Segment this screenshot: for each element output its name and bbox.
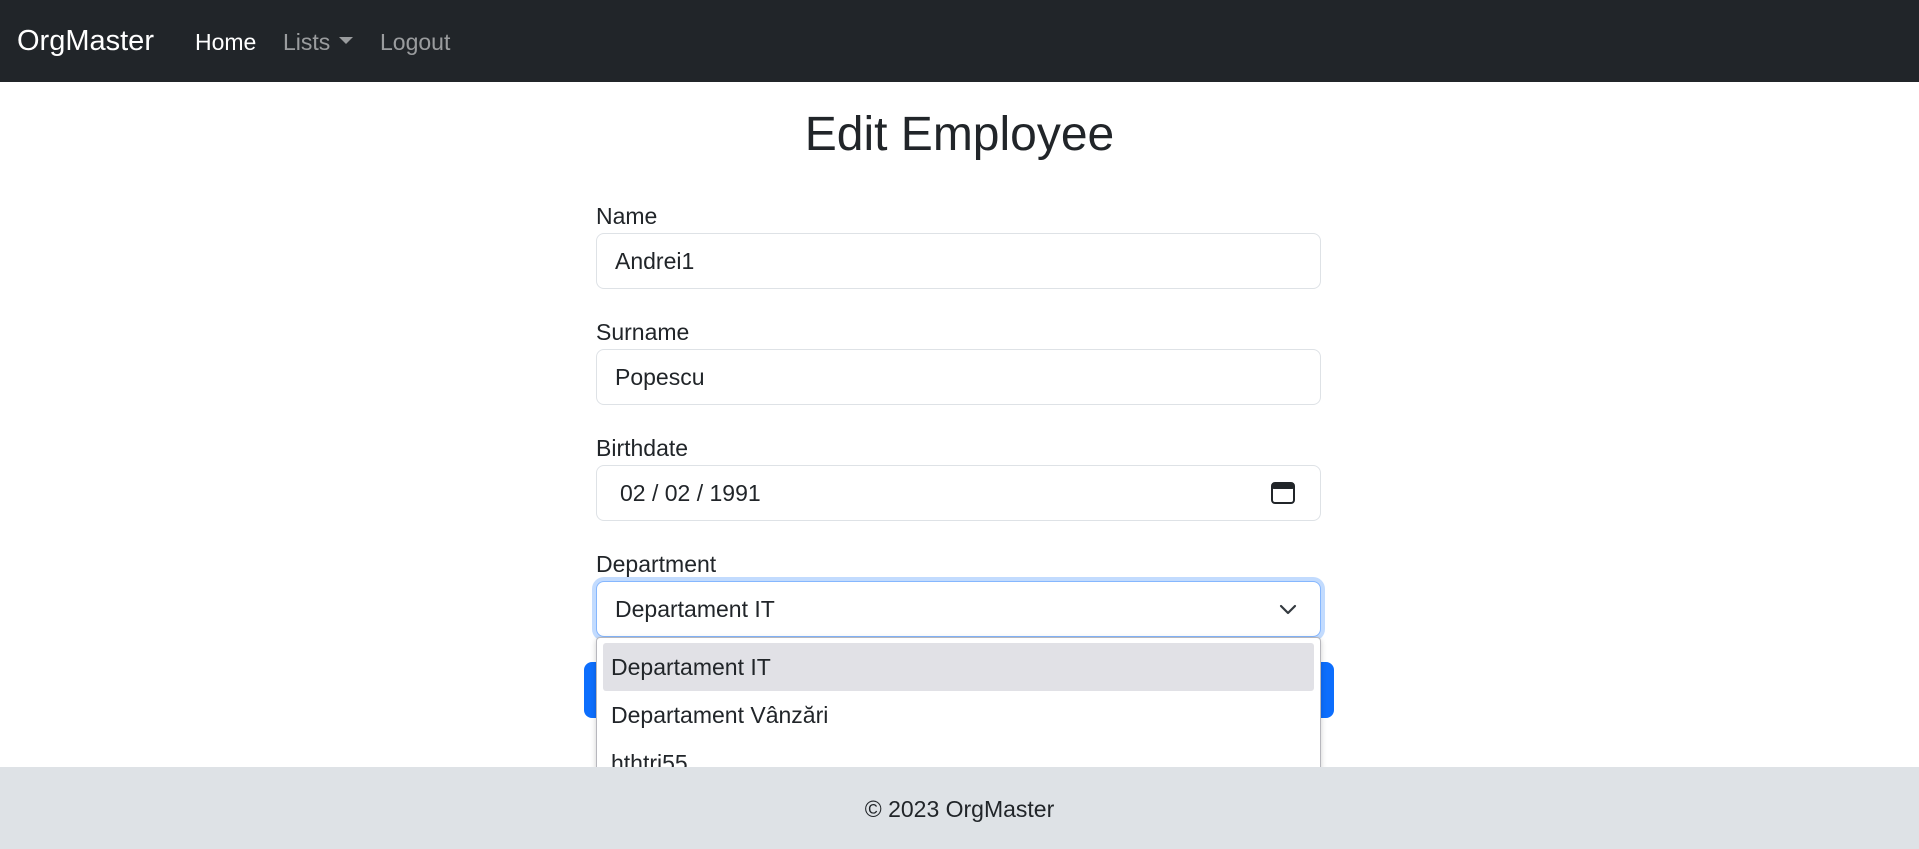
birthdate-value: 02 / 02 / 1991 bbox=[620, 479, 761, 506]
caret-down-icon bbox=[339, 37, 354, 45]
brand-logo[interactable]: OrgMaster bbox=[17, 22, 154, 60]
birthdate-label: Birthdate bbox=[596, 435, 689, 461]
nav-logout-link[interactable]: Logout bbox=[380, 26, 450, 58]
department-label: Department bbox=[596, 551, 717, 577]
department-value: Departament IT bbox=[615, 595, 775, 622]
surname-input[interactable]: Popescu bbox=[596, 349, 1321, 405]
footer-copyright: © 2023 OrgMaster bbox=[864, 796, 1055, 822]
page-title: Edit Employee bbox=[804, 108, 1115, 161]
nav-lists-dropdown[interactable]: Lists bbox=[283, 26, 354, 58]
surname-label: Surname bbox=[596, 319, 690, 345]
surname-value: Popescu bbox=[615, 363, 705, 390]
nav-home-link[interactable]: Home bbox=[195, 26, 256, 58]
nav-lists-label: Lists bbox=[283, 29, 331, 55]
navbar: OrgMaster Home Lists Logout bbox=[0, 0, 1919, 82]
name-input[interactable]: Andrei1 bbox=[596, 233, 1321, 289]
chevron-down-icon bbox=[1279, 604, 1297, 615]
department-select[interactable]: Departament IT bbox=[596, 581, 1321, 637]
name-value: Andrei1 bbox=[615, 247, 695, 274]
department-option[interactable]: Departament Vânzări bbox=[603, 691, 1314, 739]
calendar-icon[interactable] bbox=[1270, 479, 1296, 505]
name-label: Name bbox=[596, 203, 658, 229]
birthdate-input[interactable]: 02 / 02 / 1991 bbox=[596, 465, 1321, 521]
department-option[interactable]: Departament IT bbox=[603, 643, 1314, 691]
